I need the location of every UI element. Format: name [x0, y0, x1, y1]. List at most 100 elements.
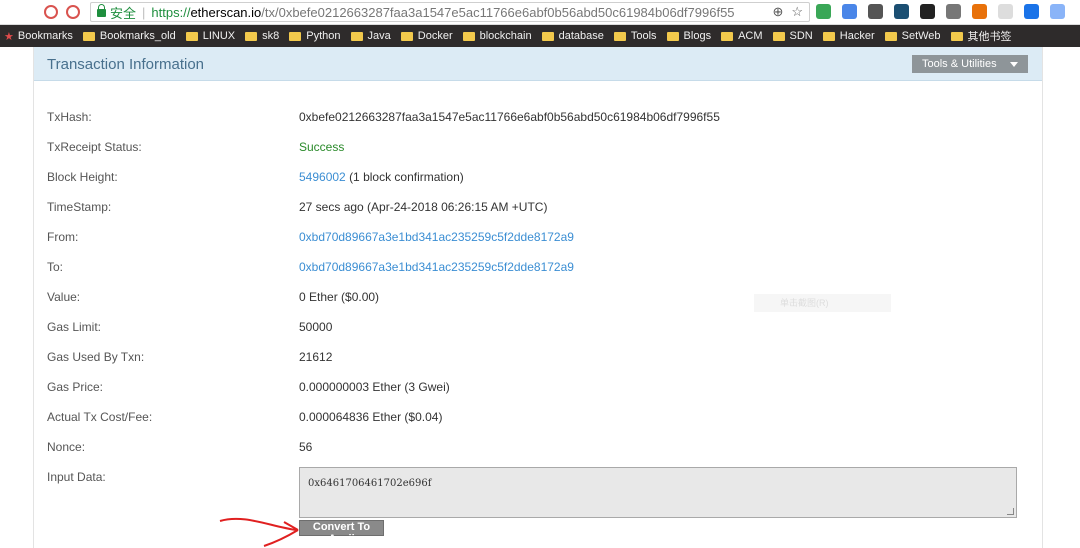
- bookmark-item[interactable]: LINUX: [185, 30, 236, 42]
- bookmark-item[interactable]: Hacker: [822, 30, 875, 42]
- bookmark-label: sk8: [262, 30, 280, 42]
- txhash-value: 0xbefe0212663287faa3a1547e5ac11766e6abf0…: [299, 110, 720, 124]
- gas-limit-value: 50000: [299, 320, 333, 334]
- lock-icon: [97, 4, 106, 17]
- tools-utilities-button[interactable]: Tools & Utilities: [912, 55, 1028, 73]
- timestamp-value: 27 secs ago (Apr-24-2018 06:26:15 AM +UT…: [299, 200, 548, 214]
- bookmark-item[interactable]: SetWeb: [884, 30, 941, 42]
- folder-icon: [666, 31, 679, 41]
- row-nonce: Nonce: 56: [47, 440, 1037, 460]
- ext-green-icon[interactable]: [816, 4, 831, 19]
- value-amount: 0 Ether ($0.00): [299, 290, 380, 304]
- nav-controls: [44, 5, 80, 19]
- bookmark-item[interactable]: sk8: [245, 30, 279, 42]
- resize-handle-icon[interactable]: [1007, 508, 1014, 515]
- bookmark-label: LINUX: [202, 30, 236, 42]
- bookmark-item[interactable]: database: [541, 30, 604, 42]
- bookmark-star-icon[interactable]: ☆: [791, 4, 803, 20]
- bookmark-item[interactable]: blockchain: [462, 30, 532, 42]
- nonce-value: 56: [299, 440, 313, 454]
- bookmark-item[interactable]: 其他书签: [950, 28, 1012, 44]
- folder-icon: [613, 31, 626, 41]
- bookmark-item[interactable]: Docker: [400, 30, 453, 42]
- address-bar[interactable]: 安全 | https://etherscan.io/tx/0xbefe02126…: [90, 2, 810, 22]
- folder-icon: [245, 31, 258, 41]
- ext-translate-icon[interactable]: [842, 4, 857, 19]
- value-label: Value:: [47, 290, 81, 304]
- screenshot-tooltip: 单击截图(R): [754, 294, 891, 312]
- omnibox-actions: ⊕ ☆: [772, 4, 803, 20]
- gas-price-value: 0.000000003 Ether (3 Gwei): [299, 380, 450, 394]
- bookmark-label: Java: [367, 30, 391, 42]
- panel-header: Transaction Information Tools & Utilitie…: [34, 47, 1042, 81]
- url-scheme: https://: [151, 4, 191, 20]
- ext-white-icon[interactable]: [998, 4, 1013, 19]
- from-label: From:: [47, 230, 79, 244]
- status-label: TxReceipt Status:: [47, 140, 142, 154]
- caret-down-icon: [1010, 61, 1018, 67]
- tx-fee-value: 0.000064836 Ether ($0.04): [299, 410, 443, 424]
- ext-fire-icon[interactable]: [972, 4, 987, 19]
- bookmark-item[interactable]: ★ Bookmarks: [4, 30, 73, 43]
- folder-icon: [289, 31, 302, 41]
- txhash-label: TxHash:: [47, 110, 92, 124]
- bookmark-label: 其他书签: [967, 31, 1012, 43]
- gas-limit-label: Gas Limit:: [47, 320, 102, 334]
- block-confirmation: (1 block confirmation): [349, 170, 464, 184]
- panel-title: Transaction Information: [47, 56, 205, 73]
- bookmark-label: Bookmarks_old: [99, 30, 176, 42]
- input-data-textarea[interactable]: 0x6461706461702e696f: [299, 467, 1017, 518]
- secure-label: 安全: [110, 5, 137, 21]
- row-timestamp: TimeStamp: 27 secs ago (Apr-24-2018 06:2…: [47, 200, 1037, 220]
- row-gas-used: Gas Used By Txn: 21612: [47, 350, 1037, 370]
- zoom-icon[interactable]: ⊕: [772, 4, 783, 20]
- ext-s-icon[interactable]: [894, 4, 909, 19]
- folder-icon: [884, 31, 897, 41]
- home-icon[interactable]: [66, 5, 80, 19]
- to-address-link[interactable]: 0xbd70d89667a3e1bd341ac235259c5f2dde8172…: [299, 260, 574, 274]
- from-address-link[interactable]: 0xbd70d89667a3e1bd341ac235259c5f2dde8172…: [299, 230, 574, 244]
- url-host: etherscan.io: [190, 4, 262, 20]
- extensions-area: [816, 4, 1065, 19]
- folder-icon: [462, 31, 475, 41]
- status-value: Success: [299, 140, 345, 154]
- row-block-height: Block Height: 5496002 (1 block confirmat…: [47, 170, 1037, 190]
- tools-utilities-label: Tools & Utilities: [922, 58, 997, 70]
- ext-owl-icon[interactable]: [868, 4, 883, 19]
- bookmark-label: database: [558, 30, 604, 42]
- ext-gear-icon[interactable]: [946, 4, 961, 19]
- row-tx-fee: Actual Tx Cost/Fee: 0.000064836 Ether ($…: [47, 410, 1037, 430]
- bookmark-item[interactable]: Blogs: [666, 30, 711, 42]
- bookmark-item[interactable]: Tools: [613, 30, 657, 42]
- ext-h-icon[interactable]: [920, 4, 935, 19]
- row-status: TxReceipt Status: Success: [47, 140, 1037, 160]
- timestamp-label: TimeStamp:: [47, 200, 112, 214]
- block-link[interactable]: 5496002: [299, 170, 346, 184]
- gas-price-label: Gas Price:: [47, 380, 104, 394]
- bookmark-label: Python: [306, 30, 341, 42]
- annotation-arrow-icon: [219, 517, 299, 547]
- bookmark-label: Bookmarks: [17, 30, 73, 42]
- input-data-value: 0x6461706461702e696f: [308, 478, 432, 489]
- bookmark-label: SDN: [789, 30, 813, 42]
- row-gas-price: Gas Price: 0.000000003 Ether (3 Gwei): [47, 380, 1037, 400]
- reload-icon[interactable]: [44, 5, 58, 19]
- bookmark-item[interactable]: Java: [350, 30, 391, 42]
- block-height-label: Block Height:: [47, 170, 118, 184]
- ext-puzzle-icon[interactable]: [1050, 4, 1065, 19]
- bookmark-item[interactable]: Python: [289, 30, 341, 42]
- url-path: /tx/0xbefe0212663287faa3a1547e5ac11766e6…: [261, 4, 735, 20]
- bookmark-item[interactable]: ACM: [721, 30, 763, 42]
- ext-blue-icon[interactable]: [1024, 4, 1039, 19]
- convert-to-ascii-button[interactable]: Convert To Ascii: [299, 520, 384, 545]
- bookmark-item[interactable]: SDN: [772, 30, 813, 42]
- block-height-value: 5496002 (1 block confirmation): [299, 170, 464, 184]
- bookmark-label: blockchain: [479, 30, 532, 42]
- bookmark-label: Tools: [630, 30, 657, 42]
- browser-toolbar: 安全 | https://etherscan.io/tx/0xbefe02126…: [0, 0, 1080, 25]
- row-txhash: TxHash: 0xbefe0212663287faa3a1547e5ac117…: [47, 110, 1037, 130]
- gas-used-value: 21612: [299, 350, 333, 364]
- bookmark-item[interactable]: Bookmarks_old: [82, 30, 176, 42]
- bookmark-label: ACM: [738, 30, 763, 42]
- bookmark-label: Docker: [417, 30, 453, 42]
